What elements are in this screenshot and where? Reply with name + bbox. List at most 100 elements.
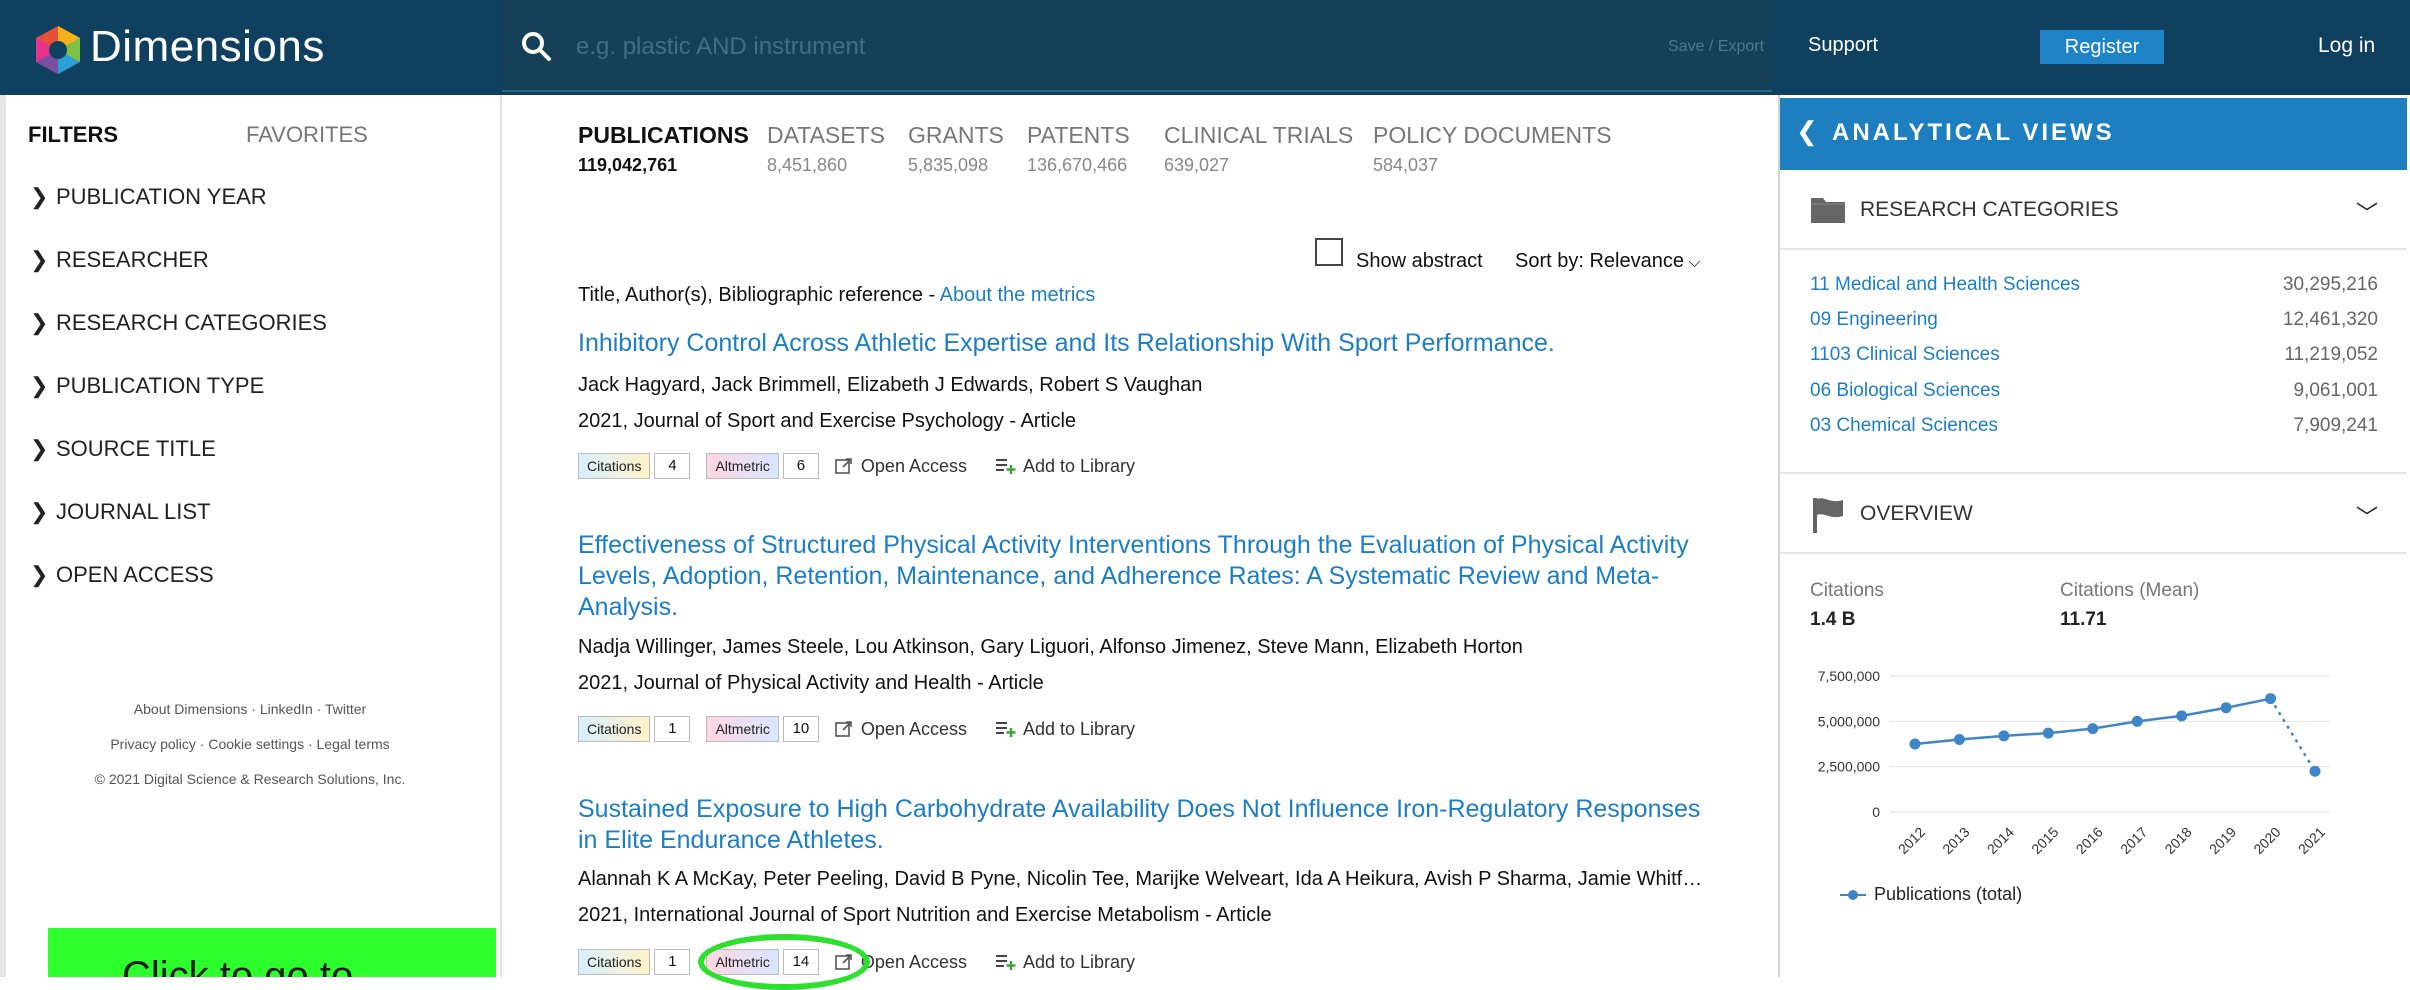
promo-banner[interactable]: Click to go to [48,928,496,977]
add-to-library-label: Add to Library [1022,951,1136,972]
data-point [2176,710,2188,722]
show-abstract-checkbox[interactable] [1315,238,1343,266]
tab-filters[interactable]: FILTERS [28,122,118,148]
tab-grants[interactable]: GRANTS 5,835,098 [908,122,1004,176]
add-to-library-label: Add to Library [1022,455,1136,476]
chevron-down-icon: ⌵ [1683,254,1701,271]
citations-badge[interactable]: Citations 4 [578,453,691,479]
category-link[interactable]: 06 Biological Sciences [1810,380,2000,402]
open-access-link[interactable]: Open Access [835,456,967,477]
overview-title[interactable]: OVERVIEW [1860,502,1973,526]
altmetric-score: 6 [782,453,819,479]
show-abstract-label[interactable]: Show abstract [1356,250,1483,273]
dimensions-logo-icon[interactable] [30,22,86,78]
altmetric-label: Altmetric [706,716,779,742]
filter-label: RESEARCH CATEGORIES [56,310,327,335]
category-link[interactable]: 03 Chemical Sciences [1810,415,1998,437]
chevron-right-icon: ❯ [30,499,49,524]
publication-meta: 2021, Journal of Physical Activity and H… [578,672,1044,694]
data-point [2309,765,2321,777]
publication-authors: Jack Hagyard, Jack Brimmell, Elizabeth J… [578,374,1203,396]
citations-count: 1 [654,716,691,742]
tab-label: PATENTS [1027,122,1130,148]
category-link[interactable]: 11 Medical and Health Sciences [1810,274,2080,296]
chevron-right-icon: ❯ [30,310,49,335]
citations-stat-label: Citations [1810,580,1884,601]
footer-links-about[interactable]: About Dimensions · LinkedIn · Twitter [0,701,500,717]
citations-stat-value: 1.4 B [1810,609,1856,630]
publication-metrics: Citations 1 Altmetric 10 Open Access Add… [578,715,1135,743]
category-link[interactable]: 1103 Clinical Sciences [1810,344,2000,366]
category-count: 30,295,216 [2282,274,2378,295]
altmetric-score: 10 [782,716,819,742]
data-point [2131,715,2143,727]
chart-legend[interactable]: Publications (total) [1840,884,2022,905]
tab-publications[interactable]: PUBLICATIONS 119,042,761 [578,122,749,176]
x-tick-label: 2013 [1939,824,1972,857]
filter-researcher[interactable]: ❯ RESEARCHER [30,247,209,273]
citations-badge[interactable]: Citations 1 [578,949,691,975]
filter-open-access[interactable]: ❯ OPEN ACCESS [30,562,214,588]
chevron-right-icon: ❯ [30,373,49,398]
filter-label: SOURCE TITLE [56,436,216,461]
chevron-right-icon: ❯ [30,562,49,587]
tab-policy-documents[interactable]: POLICY DOCUMENTS 584,037 [1373,122,1612,176]
category-count: 11,219,052 [2284,344,2378,365]
y-tick-label: 5,000,000 [1818,713,1880,729]
brand-name[interactable]: Dimensions [90,22,325,72]
open-access-link[interactable]: Open Access [835,719,967,740]
folder-icon [1811,198,1845,223]
sort-by-label: Sort by: Relevance [1515,250,1684,272]
x-tick-label: 2012 [1895,824,1928,857]
x-tick-label: 2017 [2117,824,2150,857]
altmetric-badge[interactable]: Altmetric 6 [706,453,819,479]
filter-source-title[interactable]: ❯ SOURCE TITLE [30,436,216,462]
filter-journal-list[interactable]: ❯ JOURNAL LIST [30,499,210,525]
support-link[interactable]: Support [1808,34,1878,57]
research-categories-title[interactable]: RESEARCH CATEGORIES [1860,198,2119,222]
citations-badge[interactable]: Citations 1 [578,716,691,742]
data-point [1953,733,1965,745]
add-to-library-label: Add to Library [1022,718,1136,739]
chevron-down-icon[interactable]: ﹀ [2356,500,2378,532]
save-export-link[interactable]: Save / Export [1668,38,1764,56]
add-to-library-button[interactable]: Add to Library [995,952,1135,973]
tab-count: 8,451,860 [767,155,848,175]
filter-publication-type[interactable]: ❯ PUBLICATION TYPE [30,373,264,399]
section-divider [1780,248,2407,250]
filter-label: RESEARCHER [56,247,209,272]
data-point [2220,702,2232,714]
register-button[interactable]: Register [2040,30,2164,64]
category-link[interactable]: 09 Engineering [1810,309,1938,331]
search-input[interactable] [574,28,1478,66]
tab-datasets[interactable]: DATASETS 8,451,860 [767,122,885,176]
sort-by-dropdown[interactable]: Sort by: Relevance ⌵ [1515,250,1701,273]
chevron-down-icon[interactable]: ﹀ [2356,196,2378,228]
tab-clinical-trials[interactable]: CLINICAL TRIALS 639,027 [1164,122,1353,176]
publication-title[interactable]: Effectiveness of Structured Physical Act… [578,530,1703,623]
y-tick-label: 7,500,000 [1818,668,1880,684]
tab-label: DATASETS [767,122,885,148]
chevron-left-icon[interactable]: ❮ [1796,116,1818,147]
tab-count: 136,670,466 [1027,155,1128,175]
legend-series-icon [1840,889,1866,900]
add-to-library-button[interactable]: Add to Library [995,719,1135,740]
login-link[interactable]: Log in [2318,34,2375,58]
altmetric-badge[interactable]: Altmetric 10 [706,716,819,742]
search-icon[interactable] [520,30,552,62]
filter-publication-year[interactable]: ❯ PUBLICATION YEAR [30,184,267,210]
add-list-icon [995,955,1016,970]
publication-title[interactable]: Sustained Exposure to High Carbohydrate … [578,794,1703,856]
x-tick-label: 2021 [2295,824,2328,857]
filter-research-categories[interactable]: ❯ RESEARCH CATEGORIES [30,310,327,336]
footer-links-legal[interactable]: Privacy policy · Cookie settings · Legal… [0,736,500,752]
publication-title[interactable]: Inhibitory Control Across Athletic Exper… [578,328,1703,359]
tab-label: PUBLICATIONS [578,122,749,148]
tab-favorites[interactable]: FAVORITES [246,122,368,148]
tab-patents[interactable]: PATENTS 136,670,466 [1027,122,1130,176]
about-metrics-link[interactable]: About the metrics [940,284,1096,306]
altmetric-highlight-circle [698,934,870,990]
add-to-library-button[interactable]: Add to Library [995,456,1135,477]
add-list-icon [995,459,1016,474]
filter-label: JOURNAL LIST [56,499,211,524]
